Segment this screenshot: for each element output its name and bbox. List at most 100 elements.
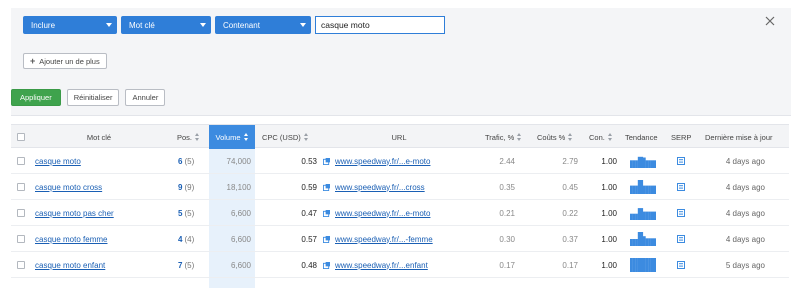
trend-chart	[630, 200, 656, 226]
table-row: casque moto 6 (5) 74,000 0.53 www.speedway.fr…	[11, 148, 789, 174]
external-link-icon	[323, 183, 330, 191]
url-link[interactable]: www.speedway.fr/...enfant	[335, 261, 428, 270]
chevron-down-icon	[106, 23, 112, 27]
col-comp[interactable]: Con.	[589, 125, 613, 149]
updated-value: 4 days ago	[725, 182, 765, 192]
volume-value: 18,100	[226, 182, 251, 192]
serp-icon	[677, 235, 685, 243]
table-row: casque moto pas cher 5 (5) 6,600 0.47 www.spe…	[11, 200, 789, 226]
trend-bar	[643, 157, 646, 168]
serp-button[interactable]	[677, 200, 685, 226]
row-checkbox[interactable]	[17, 174, 25, 200]
table-header: Mot clé Pos. Volume CPC (USD) URL Trafic…	[11, 124, 789, 149]
trend-bar	[635, 258, 638, 272]
row-checkbox[interactable]	[17, 148, 25, 174]
row-checkbox[interactable]	[17, 252, 25, 278]
trend-bar	[653, 185, 656, 194]
field-dropdown[interactable]: Mot clé	[121, 16, 211, 34]
keyword-link[interactable]: casque moto pas cher	[35, 209, 114, 218]
sort-icon	[517, 133, 522, 141]
serp-button[interactable]	[677, 174, 685, 200]
keyword-link[interactable]: casque moto	[35, 157, 81, 166]
cancel-button[interactable]: Annuler	[125, 89, 166, 106]
competition-value: 1.00	[601, 234, 617, 244]
url-link[interactable]: www.speedway.fr/...e-moto	[335, 157, 430, 166]
serp-button[interactable]	[677, 252, 685, 278]
costs-value: 0.37	[562, 234, 578, 244]
trend-bar	[640, 232, 644, 246]
trend-bar	[632, 185, 636, 194]
trend-chart	[630, 174, 656, 200]
trend-chart	[630, 252, 656, 278]
position: 4 (4)	[178, 226, 194, 252]
trend-bar	[635, 239, 638, 246]
trend-bar	[630, 185, 633, 194]
include-dropdown[interactable]: Inclure	[23, 16, 117, 34]
url-link[interactable]: www.speedway.fr/...cross	[335, 183, 425, 192]
position-current: 9	[178, 182, 183, 192]
position-previous: (5)	[184, 260, 195, 270]
table-row: casque moto cross 9 (9) 18,100 0.59 www.speed…	[11, 174, 789, 200]
checkbox-icon	[17, 209, 25, 217]
trend-bar	[640, 258, 644, 272]
costs-value: 0.45	[562, 182, 578, 192]
trend-bar	[643, 211, 646, 220]
reset-button[interactable]: Réinitialiser	[66, 89, 120, 106]
sort-icon	[243, 133, 249, 141]
url-link[interactable]: www.speedway.fr/...-femme	[335, 235, 433, 244]
checkbox-icon	[17, 183, 25, 191]
trend-bar	[650, 160, 654, 168]
trend-bar	[635, 160, 638, 168]
keyword-link[interactable]: casque moto enfant	[35, 261, 105, 270]
traffic-value: 0.17	[499, 260, 515, 270]
col-costs[interactable]: Coûts %	[537, 125, 573, 149]
serp-button[interactable]	[677, 226, 685, 252]
col-pos[interactable]: Pos.	[177, 125, 200, 149]
trend-bar	[630, 160, 633, 168]
operator-dropdown[interactable]: Contenant	[215, 16, 311, 34]
col-traffic[interactable]: Trafic, %	[485, 125, 522, 149]
trend-bar	[637, 232, 641, 246]
col-pos-label: Pos.	[177, 132, 193, 142]
col-volume[interactable]: Volume	[209, 125, 255, 149]
checkbox-icon	[17, 133, 25, 141]
trend-bar	[640, 156, 644, 168]
col-serp-label: SERP	[671, 132, 692, 142]
external-link-icon	[323, 157, 330, 165]
serp-icon	[677, 183, 685, 191]
field-dropdown-label: Mot clé	[129, 20, 155, 30]
trend-bar	[645, 160, 649, 168]
keyword-link[interactable]: casque moto cross	[35, 183, 102, 192]
serp-button[interactable]	[677, 148, 685, 174]
keyword-link[interactable]: casque moto femme	[35, 235, 107, 244]
costs-value: 0.22	[562, 208, 578, 218]
trend-bar	[645, 258, 649, 272]
cpc-value: 0.48	[301, 260, 317, 270]
trend-bar	[640, 208, 644, 220]
select-all-checkbox[interactable]	[17, 125, 25, 149]
row-checkbox[interactable]	[17, 200, 25, 226]
trend-bar	[648, 185, 651, 194]
trend-bar	[645, 238, 649, 246]
trend-bar	[643, 258, 646, 272]
trend-bar	[635, 213, 638, 220]
url-link[interactable]: www.speedway.fr/...e-moto	[335, 209, 430, 218]
costs-value: 0.17	[562, 260, 578, 270]
add-filter-button[interactable]: + Ajouter un de plus	[23, 53, 107, 69]
col-url[interactable]: URL	[319, 125, 479, 149]
trend-bar	[643, 236, 646, 246]
col-updated[interactable]: Dernière mise à jour	[705, 125, 773, 149]
competition-value: 1.00	[601, 208, 617, 218]
volume-value: 6,600	[230, 208, 251, 218]
col-cpc[interactable]: CPC (USD)	[262, 125, 309, 149]
close-icon[interactable]	[765, 16, 775, 26]
updated-value: 5 days ago	[725, 260, 765, 270]
col-volume-label: Volume	[215, 132, 241, 142]
chevron-down-icon	[200, 23, 206, 27]
row-checkbox[interactable]	[17, 226, 25, 252]
filter-value-input[interactable]	[315, 16, 445, 34]
col-keyword[interactable]: Mot clé	[35, 125, 163, 149]
traffic-value: 0.35	[499, 182, 515, 192]
position-previous: (5)	[184, 156, 195, 166]
apply-button[interactable]: Appliquer	[11, 89, 61, 106]
